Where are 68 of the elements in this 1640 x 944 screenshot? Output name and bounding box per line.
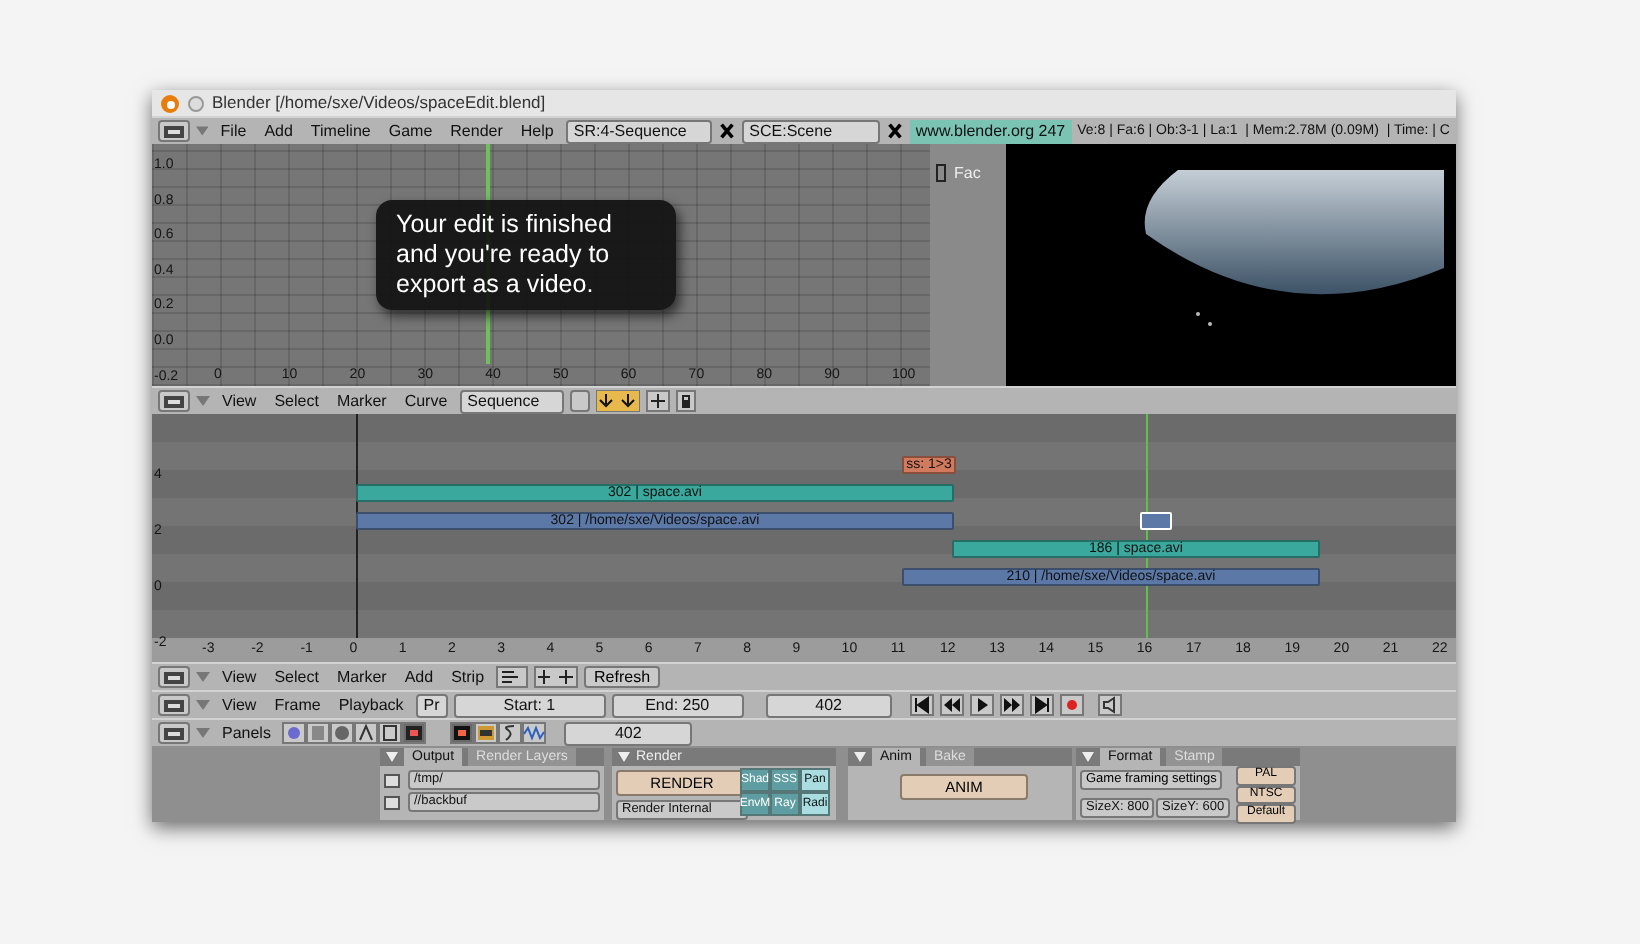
start-frame-field[interactable]: Start: 1 [453, 693, 606, 717]
close-icon[interactable] [885, 122, 904, 140]
paste-keys-icon[interactable] [595, 390, 640, 412]
collapse-icon[interactable] [386, 752, 398, 762]
skip-end-icon[interactable] [1029, 694, 1054, 716]
channel-checkbox[interactable] [936, 164, 946, 182]
screen-selector[interactable]: SR:4-Sequence [565, 119, 712, 143]
collapse-icon[interactable] [854, 752, 866, 762]
logic-tab-icon[interactable] [282, 722, 307, 744]
object-tab-icon[interactable] [354, 722, 379, 744]
zoom-view-icon[interactable] [534, 666, 579, 688]
scene-tab-icon[interactable] [402, 722, 427, 744]
refresh-button[interactable]: Refresh [584, 666, 661, 688]
skip-start-icon[interactable] [909, 694, 934, 716]
lock-button[interactable] [569, 390, 590, 412]
editor-type-icon [162, 393, 186, 409]
move-view-icon[interactable] [645, 390, 670, 412]
preview-range-field[interactable]: Pr [415, 693, 448, 717]
version-label[interactable]: www.blender.org 247 [909, 119, 1072, 143]
editor-type-icon [162, 725, 186, 741]
sequence-strip[interactable] [1140, 512, 1172, 530]
menu-item[interactable]: Curve [398, 393, 454, 409]
menu-item[interactable]: Marker [330, 669, 393, 685]
render-tab-icon[interactable] [450, 722, 475, 744]
menu-item[interactable]: Timeline [304, 123, 377, 139]
menu-item[interactable]: Strip [445, 669, 491, 685]
editor-type-icon [162, 697, 186, 713]
display-mode-icon[interactable] [496, 666, 529, 688]
current-frame-field[interactable]: 402 [765, 693, 892, 717]
collapse-icon[interactable] [618, 752, 630, 762]
panels-label: Panels [220, 725, 273, 741]
lock-icon[interactable] [675, 390, 696, 412]
scene-selector[interactable]: SCE:Scene [741, 119, 880, 143]
menu-item[interactable]: Game [382, 123, 439, 139]
menu-item[interactable]: Render [444, 123, 509, 139]
blender-logo-icon [160, 93, 180, 113]
window-title: Blender [/home/sxe/Videos/spaceEdit.blend] [212, 94, 546, 112]
menu-item[interactable]: Select [268, 669, 325, 685]
sound-tab-icon[interactable] [498, 722, 523, 744]
menu-item[interactable]: Select [268, 393, 325, 409]
menu-item[interactable]: Help [514, 123, 560, 139]
current-frame-field[interactable]: 402 [564, 721, 692, 745]
fast-forward-icon[interactable] [999, 694, 1024, 716]
anim-tab-icon[interactable] [474, 722, 499, 744]
speaker-icon[interactable] [1097, 694, 1122, 716]
edit-tab-icon[interactable] [378, 722, 403, 744]
menu-item[interactable]: Marker [330, 393, 393, 409]
editor-type-icon [162, 669, 186, 685]
menu-item[interactable]: Frame [268, 697, 327, 713]
block-type-selector[interactable]: Sequence [459, 389, 564, 413]
tooltip-text: Your edit is finished and you're ready to export as a video. [376, 200, 676, 310]
menu-item[interactable]: Add [398, 669, 440, 685]
close-icon[interactable] [717, 122, 736, 140]
end-frame-field[interactable]: End: 250 [611, 693, 744, 717]
editor-type-icon [162, 123, 186, 139]
menu-item[interactable]: File [214, 123, 253, 139]
menu-item[interactable]: Playback [332, 697, 410, 713]
shading-tab-icon[interactable] [330, 722, 355, 744]
menu-item[interactable]: View [216, 393, 263, 409]
script-tab-icon[interactable] [306, 722, 331, 744]
menu-item[interactable]: Add [258, 123, 299, 139]
collapse-icon[interactable] [1082, 752, 1094, 762]
menu-item[interactable]: View [216, 697, 263, 713]
play-icon[interactable] [969, 694, 994, 716]
rewind-icon[interactable] [939, 694, 964, 716]
menu-item[interactable]: View [216, 669, 263, 685]
channel-label: Fac [954, 165, 981, 181]
wave-tab-icon[interactable] [522, 722, 547, 744]
